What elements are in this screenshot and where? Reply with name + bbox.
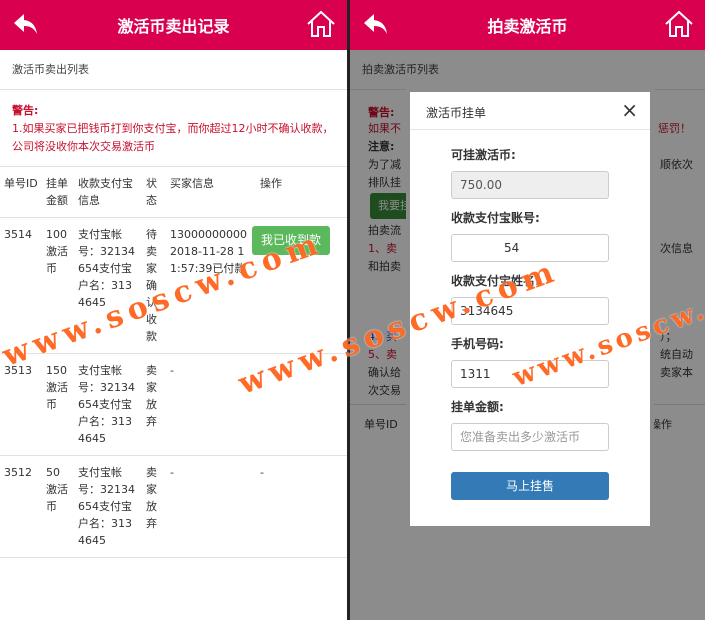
listing-amount-input[interactable]: 您准备卖出多少激活币 (451, 423, 609, 451)
warning-box: 警告: 1.如果买家已把钱币打到你支付宝，而你超过12小时不确认收款，公司将没收… (0, 90, 347, 167)
home-icon[interactable] (305, 8, 337, 40)
field-label: 手机号码: (451, 337, 504, 351)
cell-status: 卖家放弃 (142, 455, 166, 558)
table-row: 3512 50激活币 支付宝帐号：32134654支付宝户名：3134645 卖… (0, 455, 347, 558)
left-header: 激活币卖出记录 (0, 0, 347, 50)
alipay-account-input[interactable]: 54 (451, 234, 609, 262)
page-title: 激活币卖出记录 (117, 17, 230, 36)
page-title: 拍卖激活币 (487, 17, 568, 36)
available-coins-input: 750.00 (451, 171, 609, 199)
table-header-row: 单号ID 挂单金额 收款支付宝信息 状态 买家信息 操作 (0, 167, 347, 218)
cell-status: 卖家放弃 (142, 353, 166, 456)
col-header: 状态 (142, 167, 166, 218)
cell-id: 3514 (0, 217, 42, 354)
table-row: 3514 100激活币 支付宝帐号：32134654支付宝户名：3134645 … (0, 217, 347, 354)
cell-buyer: - (166, 455, 256, 558)
cell-id: 3513 (0, 353, 42, 456)
cell-alipay: 支付宝帐号：32134654支付宝户名：3134645 (74, 353, 142, 456)
cell-amount: 100激活币 (42, 217, 74, 354)
auction-screen: 拍卖激活币 拍卖激活币列表 警告: 如果不 惩罚！ 注意: 为了减 顺依次 排队… (350, 0, 705, 620)
col-header: 挂单金额 (42, 167, 74, 218)
phone-field: 手机号码: 1311 (451, 335, 609, 388)
cell-buyer: - (166, 353, 256, 456)
modal-title: 激活币挂单 (426, 106, 487, 120)
alipay-account-field: 收款支付宝账号: 54 (451, 209, 609, 262)
field-label: 挂单金额: (451, 400, 504, 414)
available-coins-field: 可挂激活币: 750.00 (451, 146, 609, 199)
cell-alipay: 支付宝帐号：32134654支付宝户名：3134645 (74, 217, 142, 354)
cell-status: 待卖家确认收款 (142, 217, 166, 354)
confirm-received-button[interactable]: 我已收到款 (252, 226, 331, 255)
cell-action: - (256, 455, 347, 558)
right-header: 拍卖激活币 (350, 0, 705, 50)
field-label: 收款支付宝姓名: (451, 274, 540, 288)
cell-id: 3512 (0, 455, 42, 558)
table-row: 3513 150激活币 支付宝帐号：32134654支付宝户名：3134645 … (0, 353, 347, 456)
field-label: 可挂激活币: (451, 148, 516, 162)
cell-buyer: 130000000002018-11-28 11:57:39已付款 (166, 217, 256, 354)
cell-amount: 150激活币 (42, 353, 74, 456)
col-header: 操作 (256, 167, 347, 218)
home-icon[interactable] (663, 8, 695, 40)
cell-action: - (256, 353, 347, 456)
alipay-name-field: 收款支付宝姓名: 3134645 (451, 272, 609, 325)
field-label: 收款支付宝账号: (451, 211, 540, 225)
warning-title: 警告: (12, 104, 39, 117)
modal-header: 激活币挂单 × (410, 92, 650, 130)
listing-amount-field: 挂单金额: 您准备卖出多少激活币 (451, 398, 609, 451)
sell-records-screen: 激活币卖出记录 激活币卖出列表 警告: 1.如果买家已把钱币打到你支付宝，而你超… (0, 0, 347, 620)
sell-records-table: 单号ID 挂单金额 收款支付宝信息 状态 买家信息 操作 3514 100激活币… (0, 167, 347, 558)
back-arrow-icon[interactable] (10, 10, 40, 40)
col-header: 买家信息 (166, 167, 256, 218)
phone-input[interactable]: 1311 (451, 360, 609, 388)
warning-text: 1.如果买家已把钱币打到你支付宝，而你超过12小时不确认收款，公司将没收你本次交… (12, 122, 334, 153)
list-subheading: 激活币卖出列表 (0, 50, 347, 90)
close-icon[interactable]: × (621, 98, 638, 122)
alipay-name-input[interactable]: 3134645 (451, 297, 609, 325)
cell-alipay: 支付宝帐号：32134654支付宝户名：3134645 (74, 455, 142, 558)
col-header: 单号ID (0, 167, 42, 218)
cell-action: 我已收到款 (252, 217, 347, 354)
back-arrow-icon[interactable] (360, 10, 390, 40)
cell-amount: 50激活币 (42, 455, 74, 558)
submit-listing-button[interactable]: 马上挂售 (451, 472, 609, 500)
listing-modal: 激活币挂单 × 可挂激活币: 750.00 收款支付宝账号: 54 收款支付宝姓… (406, 88, 654, 530)
col-header: 收款支付宝信息 (74, 167, 142, 218)
